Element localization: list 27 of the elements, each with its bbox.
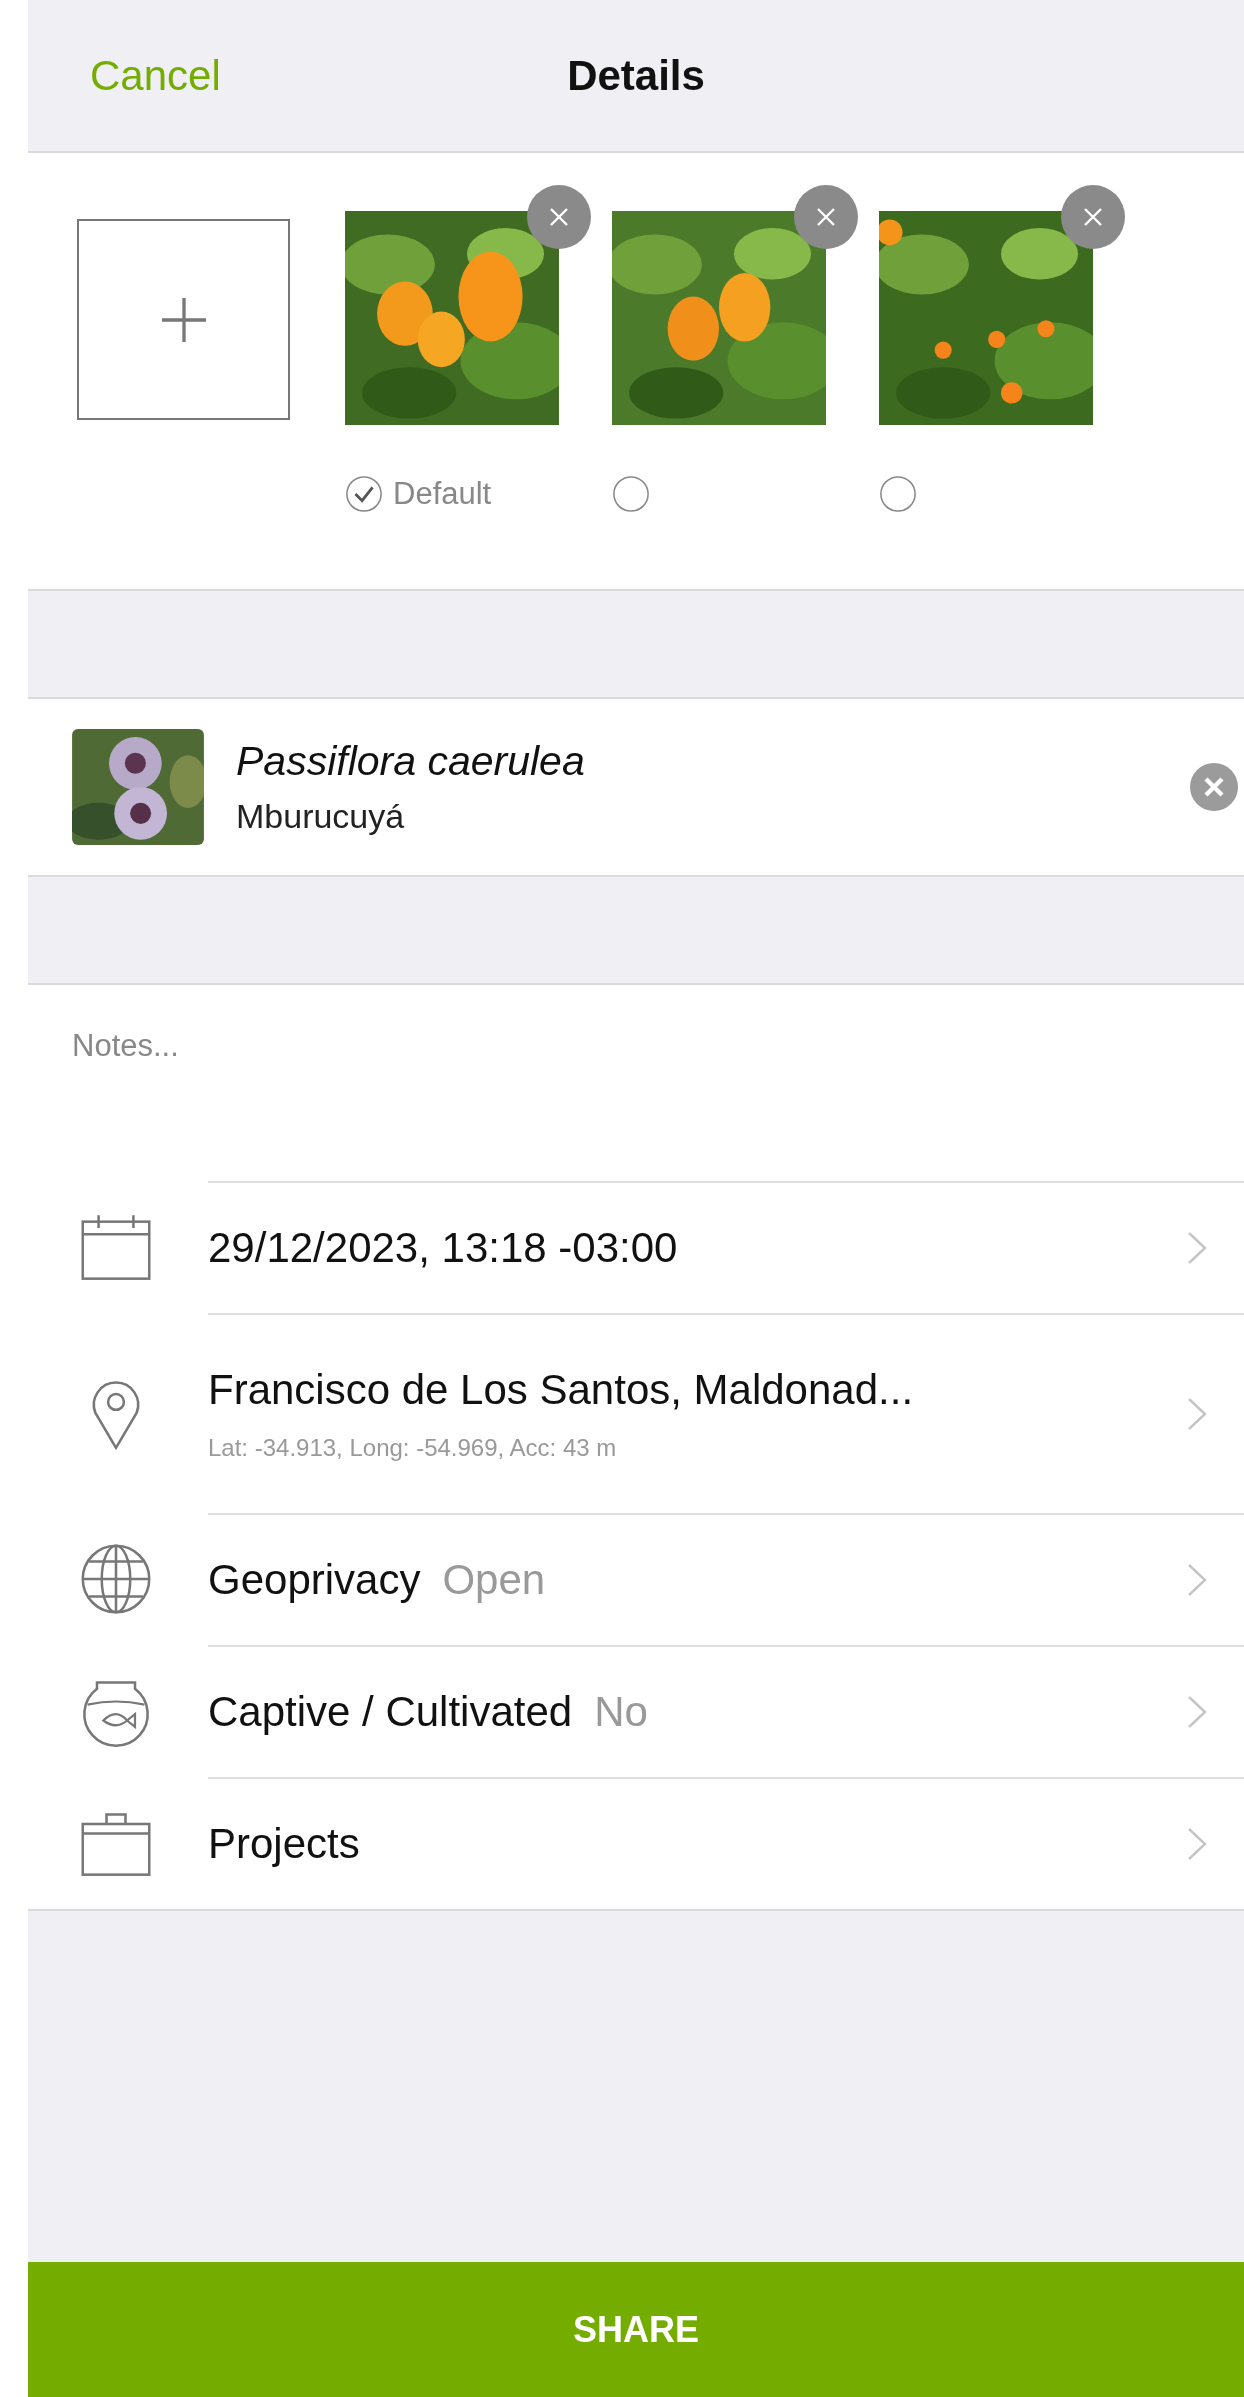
clear-icon[interactable] (1190, 763, 1238, 811)
default-label: Default (393, 476, 492, 512)
screen-title: Details (567, 51, 705, 100)
chevron-icon (1186, 1694, 1208, 1730)
common-name: Mburucuyá (236, 797, 406, 836)
close-icon (1083, 207, 1103, 227)
row-value: No (594, 1688, 648, 1736)
row-value: Open (442, 1556, 546, 1604)
row-title: Geoprivacy (208, 1556, 421, 1604)
chevron-icon (1186, 1562, 1208, 1598)
close-icon (816, 207, 836, 227)
scientific-name: Passiflora caerulea (236, 738, 586, 785)
close-icon (549, 207, 569, 227)
radio-button[interactable] (879, 475, 917, 513)
checked-radio-icon[interactable] (345, 475, 383, 513)
plus-icon (161, 297, 206, 342)
row-title: Captive / Cultivated (208, 1688, 573, 1736)
notes-field[interactable]: Notes... (28, 985, 1244, 1181)
row-title: Projects (208, 1820, 360, 1868)
radio-button[interactable] (612, 475, 650, 513)
chevron-icon (1186, 1230, 1208, 1266)
chevron-icon (1186, 1396, 1208, 1432)
add-photo-button[interactable] (77, 219, 290, 420)
chevron-icon (1186, 1826, 1208, 1862)
row-title: Francisco de Los Santos, Maldonad... (208, 1366, 914, 1414)
coordinates-text: Lat: -34.913, Long: -54.969, Acc: 43 m (208, 1434, 618, 1462)
row-title: 29/12/2023, 13:18 -03:00 (208, 1224, 678, 1272)
